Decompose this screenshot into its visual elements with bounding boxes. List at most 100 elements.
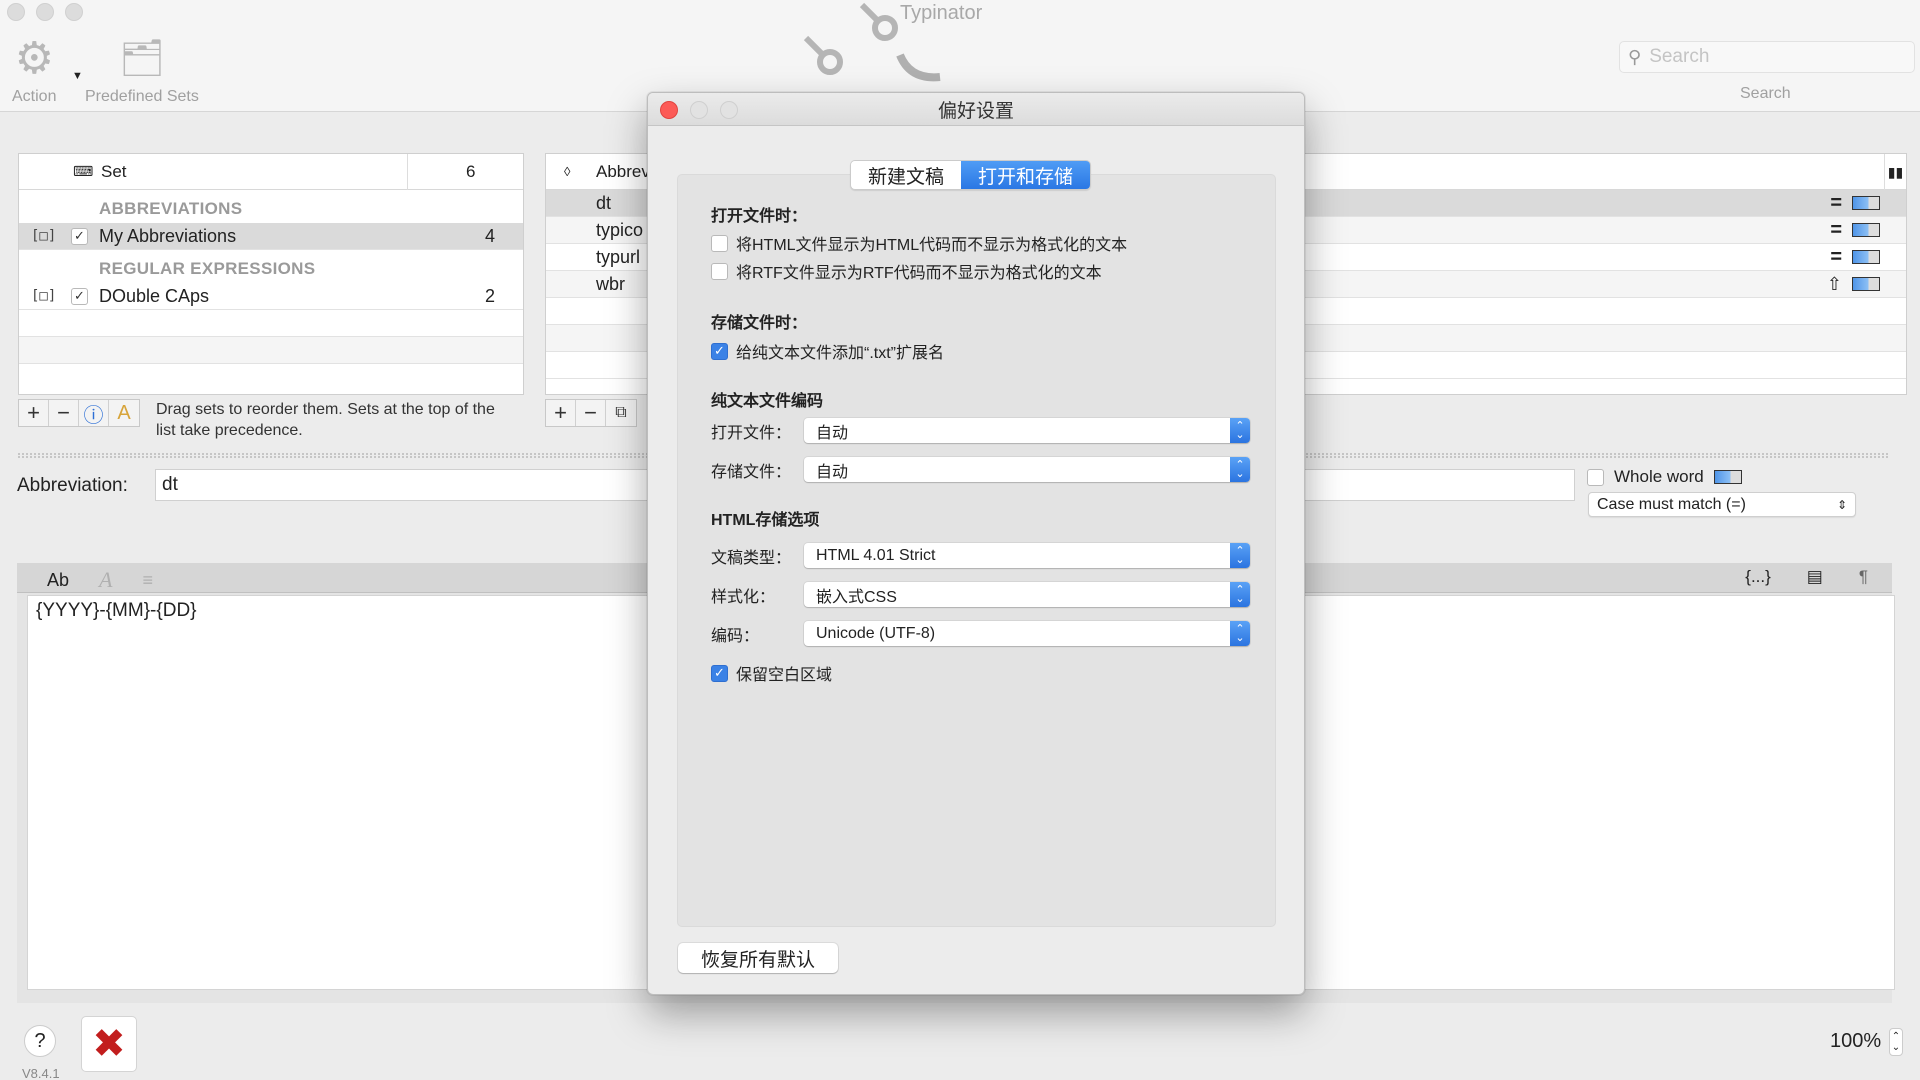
preserve-whitespace-checkbox[interactable]: ✓ xyxy=(711,664,728,682)
whole-word-option[interactable]: Whole word xyxy=(1587,467,1742,487)
gear-icon: ⚙ xyxy=(14,33,54,83)
tab-open-and-save[interactable]: 打开和存储 xyxy=(961,161,1091,189)
option-label: 将HTML文件显示为HTML代码而不显示为格式化的文本 xyxy=(736,237,1128,254)
expansion-type-icon xyxy=(1852,277,1880,291)
set-name: DOuble CAps xyxy=(99,285,210,306)
set-row-my-abbreviations[interactable]: [□] ✓ My Abbreviations 4 xyxy=(19,223,523,250)
html-as-code-checkbox[interactable] xyxy=(711,234,728,252)
section-header-abbreviations: ABBREVIATIONS xyxy=(99,199,243,218)
zoom-window-button[interactable] xyxy=(65,3,83,21)
set-row-double-caps[interactable]: [□] ✓ DOuble CAps 2 xyxy=(19,283,523,310)
info-button[interactable]: ⓘ xyxy=(79,400,109,427)
styling-select[interactable]: 嵌入式CSS ⌃ ⌄ xyxy=(804,582,1250,607)
html-options-heading: HTML存储选项 xyxy=(711,512,820,529)
html-encoding-select[interactable]: Unicode (UTF-8) ⌃ ⌄ xyxy=(804,621,1250,646)
prefs-tabs: 新建文稿 打开和存储 xyxy=(850,160,1092,190)
field-label: 存储文件： xyxy=(711,463,792,481)
zoom-stepper[interactable]: ⌃ ⌄ xyxy=(1889,1028,1903,1056)
sets-table-header: ⌨ Set 6 xyxy=(19,154,523,190)
expansion-type-icon xyxy=(1852,196,1880,210)
set-column-header[interactable]: Set xyxy=(101,162,127,182)
open-encoding-row: 打开文件： 自动 ⌃ ⌄ xyxy=(711,418,1250,443)
expansion-text: {YYYY}-{MM}-{DD} xyxy=(36,600,197,621)
set-count-header[interactable]: 6 xyxy=(466,162,475,182)
whole-word-label: Whole word xyxy=(1614,467,1704,486)
action-button[interactable]: ⚙ Action ▼ xyxy=(12,30,83,106)
chevron-updown-icon: ⇕ xyxy=(1836,497,1847,512)
predefined-sets-button[interactable]: 🗂 Predefined Sets xyxy=(85,30,199,106)
chevron-updown-icon: ⌃ ⌄ xyxy=(1230,418,1250,443)
expansion-type-icon xyxy=(1713,470,1742,484)
case-mode-icon: = xyxy=(1830,192,1842,214)
select-value: HTML 4.01 Strict xyxy=(816,546,936,564)
dialog-close-button[interactable] xyxy=(660,101,678,119)
select-value: 自动 xyxy=(816,463,849,481)
predefined-sets-label: Predefined Sets xyxy=(85,88,199,105)
remove-abbreviation-button[interactable]: − xyxy=(576,400,606,426)
chevron-up-icon[interactable]: ⌃ xyxy=(1892,1031,1900,1042)
set-enabled-checkbox[interactable]: ✓ xyxy=(71,287,88,305)
save-encoding-select[interactable]: 自动 ⌃ ⌄ xyxy=(804,457,1250,482)
set-enabled-checkbox[interactable]: ✓ xyxy=(71,227,88,245)
option-html-as-code[interactable]: 将HTML文件显示为HTML代码而不显示为格式化的文本 xyxy=(711,231,1127,255)
styling-row: 样式化： 嵌入式CSS ⌃ ⌄ xyxy=(711,582,1250,607)
select-value: 自动 xyxy=(816,424,849,442)
formatted-text-tab[interactable]: A xyxy=(99,567,112,593)
version-label: V8.4.1 xyxy=(22,1066,60,1080)
pilcrow-icon[interactable]: ¶ xyxy=(1859,567,1868,587)
case-select[interactable]: Case must match (=) ⇕ xyxy=(1588,492,1856,517)
set-expand-icon[interactable]: [□] xyxy=(31,288,56,304)
abbreviation-text: typurl xyxy=(596,246,641,267)
option-add-txt-extension[interactable]: ✓ 给纯文本文件添加“.txt”扩展名 xyxy=(711,339,944,363)
insert-special-icon[interactable]: {...} xyxy=(1745,567,1771,587)
whole-word-checkbox[interactable] xyxy=(1587,468,1604,486)
remove-set-button[interactable]: − xyxy=(49,400,79,426)
sort-icon[interactable]: ◊ xyxy=(564,164,570,179)
duplicate-button[interactable]: ⧉ xyxy=(606,400,636,426)
minimize-window-button[interactable] xyxy=(36,3,54,21)
rtf-as-code-checkbox[interactable] xyxy=(711,262,728,280)
search-input[interactable]: ⚲ Search xyxy=(1619,41,1915,73)
document-icon[interactable]: ▤ xyxy=(1807,567,1823,587)
set-name: My Abbreviations xyxy=(99,225,237,246)
plain-text-tab[interactable]: Ab xyxy=(47,570,69,591)
add-txt-checkbox[interactable]: ✓ xyxy=(711,342,728,360)
add-set-button[interactable]: + xyxy=(19,400,49,426)
empty-row xyxy=(19,310,523,337)
option-preserve-whitespace[interactable]: ✓ 保留空白区域 xyxy=(711,661,832,685)
app-store-icon[interactable]: A xyxy=(109,400,139,426)
case-mode-icon: = xyxy=(1830,246,1842,268)
set-expand-icon[interactable]: [□] xyxy=(31,228,56,244)
tab-new-document[interactable]: 新建文稿 xyxy=(851,161,962,189)
dialog-zoom-button xyxy=(720,101,738,119)
doc-type-select[interactable]: HTML 4.01 Strict ⌃ ⌄ xyxy=(804,543,1250,568)
chevron-down-icon[interactable]: ⌄ xyxy=(1892,1042,1900,1053)
help-button[interactable]: ? xyxy=(24,1025,56,1057)
set-count: 2 xyxy=(485,285,496,306)
picture-tab[interactable]: ≡ xyxy=(142,570,153,591)
quit-button[interactable]: ✖ xyxy=(81,1016,137,1072)
field-label: 样式化： xyxy=(711,588,776,606)
field-label: 文稿类型： xyxy=(711,549,792,567)
sets-button-bar: + − ⓘ A xyxy=(18,399,140,427)
dialog-minimize-button xyxy=(690,101,708,119)
registration-area xyxy=(790,0,1020,100)
set-count: 4 xyxy=(485,225,496,246)
restore-defaults-button[interactable]: 恢复所有默认 xyxy=(678,943,838,973)
open-files-heading: 打开文件时： xyxy=(711,208,808,225)
chart-icon[interactable]: ▮▮ xyxy=(1884,154,1906,190)
abbreviation-text: typico xyxy=(596,219,644,240)
case-select-value: Case must match (=) xyxy=(1597,495,1746,513)
action-label: Action xyxy=(12,88,57,105)
option-rtf-as-code[interactable]: 将RTF文件显示为RTF代码而不显示为格式化的文本 xyxy=(711,259,1102,283)
chevron-updown-icon: ⌃ ⌄ xyxy=(1230,621,1250,646)
search-placeholder: Search xyxy=(1649,46,1710,67)
encoding-heading: 纯文本文件编码 xyxy=(711,393,824,410)
dropdown-arrow-icon: ▼ xyxy=(72,70,83,82)
zoom-level: 100% xyxy=(1830,1030,1882,1052)
open-encoding-select[interactable]: 自动 ⌃ ⌄ xyxy=(804,418,1250,443)
html-encoding-row: 编码： Unicode (UTF-8) ⌃ ⌄ xyxy=(711,621,1250,646)
close-window-button[interactable] xyxy=(7,3,25,21)
abbreviation-text: dt xyxy=(596,192,612,213)
add-abbreviation-button[interactable]: + xyxy=(546,400,576,426)
